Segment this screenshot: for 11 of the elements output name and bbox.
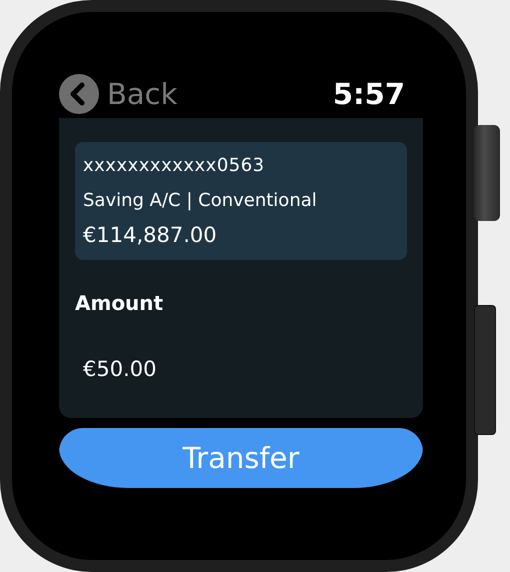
account-number: xxxxxxxxxxxx0563 (83, 154, 266, 178)
account-balance: €114,887.00 (83, 222, 218, 249)
digital-crown[interactable] (474, 125, 500, 221)
time-label: 5:57 (332, 80, 405, 108)
amount-value[interactable]: €50.00 (75, 354, 407, 385)
back-icon[interactable] (59, 74, 99, 114)
account-type: Saving A/C | Conventional (83, 189, 318, 213)
amount-label: Amount (75, 290, 164, 316)
side-button[interactable] (474, 305, 496, 435)
account-card[interactable]: xxxxxxxxxxxx0563 Saving A/C | Conventional €114,887.00 (75, 142, 407, 260)
back-link[interactable]: Back (107, 80, 178, 108)
